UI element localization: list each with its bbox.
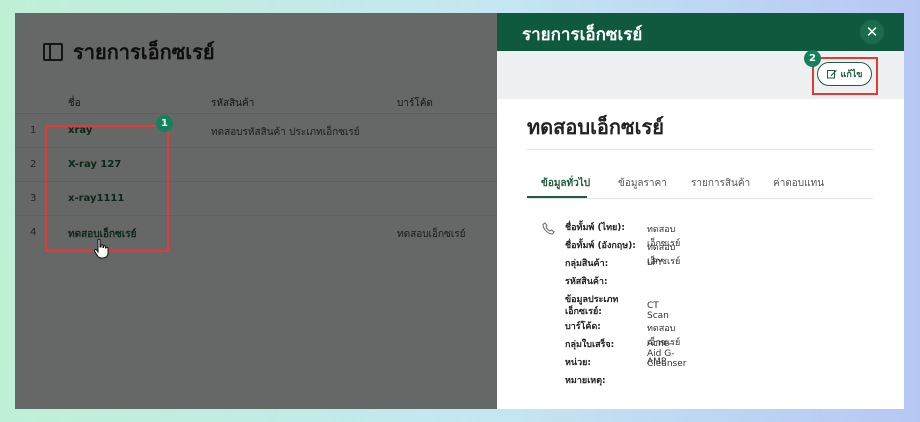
edit-button-label: แก้ไข (840, 70, 863, 80)
info-label: บาร์โค้ด: (565, 322, 601, 332)
drawer-header: รายการเอ็กซเรย์ ✕ (497, 13, 904, 51)
info-label: รหัสสินค้า: (565, 277, 608, 287)
hand-pointer-icon (93, 239, 109, 259)
detail-tabs: ข้อมูลทั่วไป ข้อมูลราคา รายการสินค้า ค่า… (527, 173, 873, 199)
row-index: 1 (30, 125, 37, 136)
highlight-box-name-column (45, 125, 169, 252)
tab-general[interactable]: ข้อมูลทั่วไป (541, 176, 590, 191)
step-badge-2: 2 (804, 50, 821, 67)
detail-title: ทดสอบเอ็กซเรย์ (527, 115, 664, 139)
page-header: รายการเอ็กซเรย์ (43, 36, 215, 68)
info-label: ชื่อทั้มพ์ (อังกฤษ): (565, 241, 636, 251)
divider (527, 149, 873, 150)
column-header-code: รหัสสินค้า (211, 98, 255, 109)
info-value: CT Scan (647, 301, 669, 321)
info-value: LPY (647, 258, 663, 268)
step-badge-1: 1 (156, 115, 173, 132)
row-code: ทดสอบรหัสสินค้า ประเภทเอ็กซเรย์ (211, 127, 360, 138)
app-frame: รายการเอ็กซเรย์ ชื่อ รหัสสินค้า บาร์โค้ด… (15, 13, 904, 409)
phone-icon (542, 222, 555, 235)
table-header: ชื่อ รหัสสินค้า บาร์โค้ด (15, 91, 497, 113)
info-label: กลุ่มใบเสร็จ: (565, 340, 615, 350)
info-label: ชื่อทั้มพ์ (ไทย): (565, 223, 626, 233)
column-header-barcode: บาร์โค้ด (397, 98, 433, 109)
drawer-title: รายการเอ็กซเรย์ (522, 25, 643, 45)
row-index: 2 (30, 159, 37, 170)
detail-drawer: รายการเอ็กซเรย์ ✕ 2 แก้ไข ทดสอบเอ็กซเรย์… (497, 13, 904, 409)
edit-button[interactable]: แก้ไข (817, 62, 872, 86)
page-title: รายการเอ็กซเรย์ (73, 40, 215, 64)
active-tab-indicator (527, 196, 587, 198)
info-label: กลุ่มสินค้า: (565, 259, 609, 269)
tab-products[interactable]: รายการสินค้า (691, 176, 750, 191)
close-button[interactable]: ✕ (860, 20, 884, 44)
tab-compensation[interactable]: ค่าตอบแทน (773, 176, 824, 191)
info-value: AMP (647, 357, 667, 367)
drawer-toolbar: 2 แก้ไข (497, 50, 904, 99)
row-index: 4 (30, 227, 37, 238)
info-label: หน่วย: (565, 358, 592, 368)
edit-icon (826, 70, 837, 79)
info-label: หมายเหตุ: (565, 376, 606, 386)
info-label: ข้อมูลประเภท เอ็กซเรย์: (565, 295, 619, 317)
column-header-name: ชื่อ (68, 98, 81, 109)
sidebar-toggle-icon[interactable] (43, 43, 63, 61)
close-icon: ✕ (865, 23, 879, 41)
tab-price[interactable]: ข้อมูลราคา (618, 176, 667, 191)
row-barcode: ทดสอบเอ็กซเรย์ (397, 229, 466, 240)
row-index: 3 (30, 193, 37, 204)
